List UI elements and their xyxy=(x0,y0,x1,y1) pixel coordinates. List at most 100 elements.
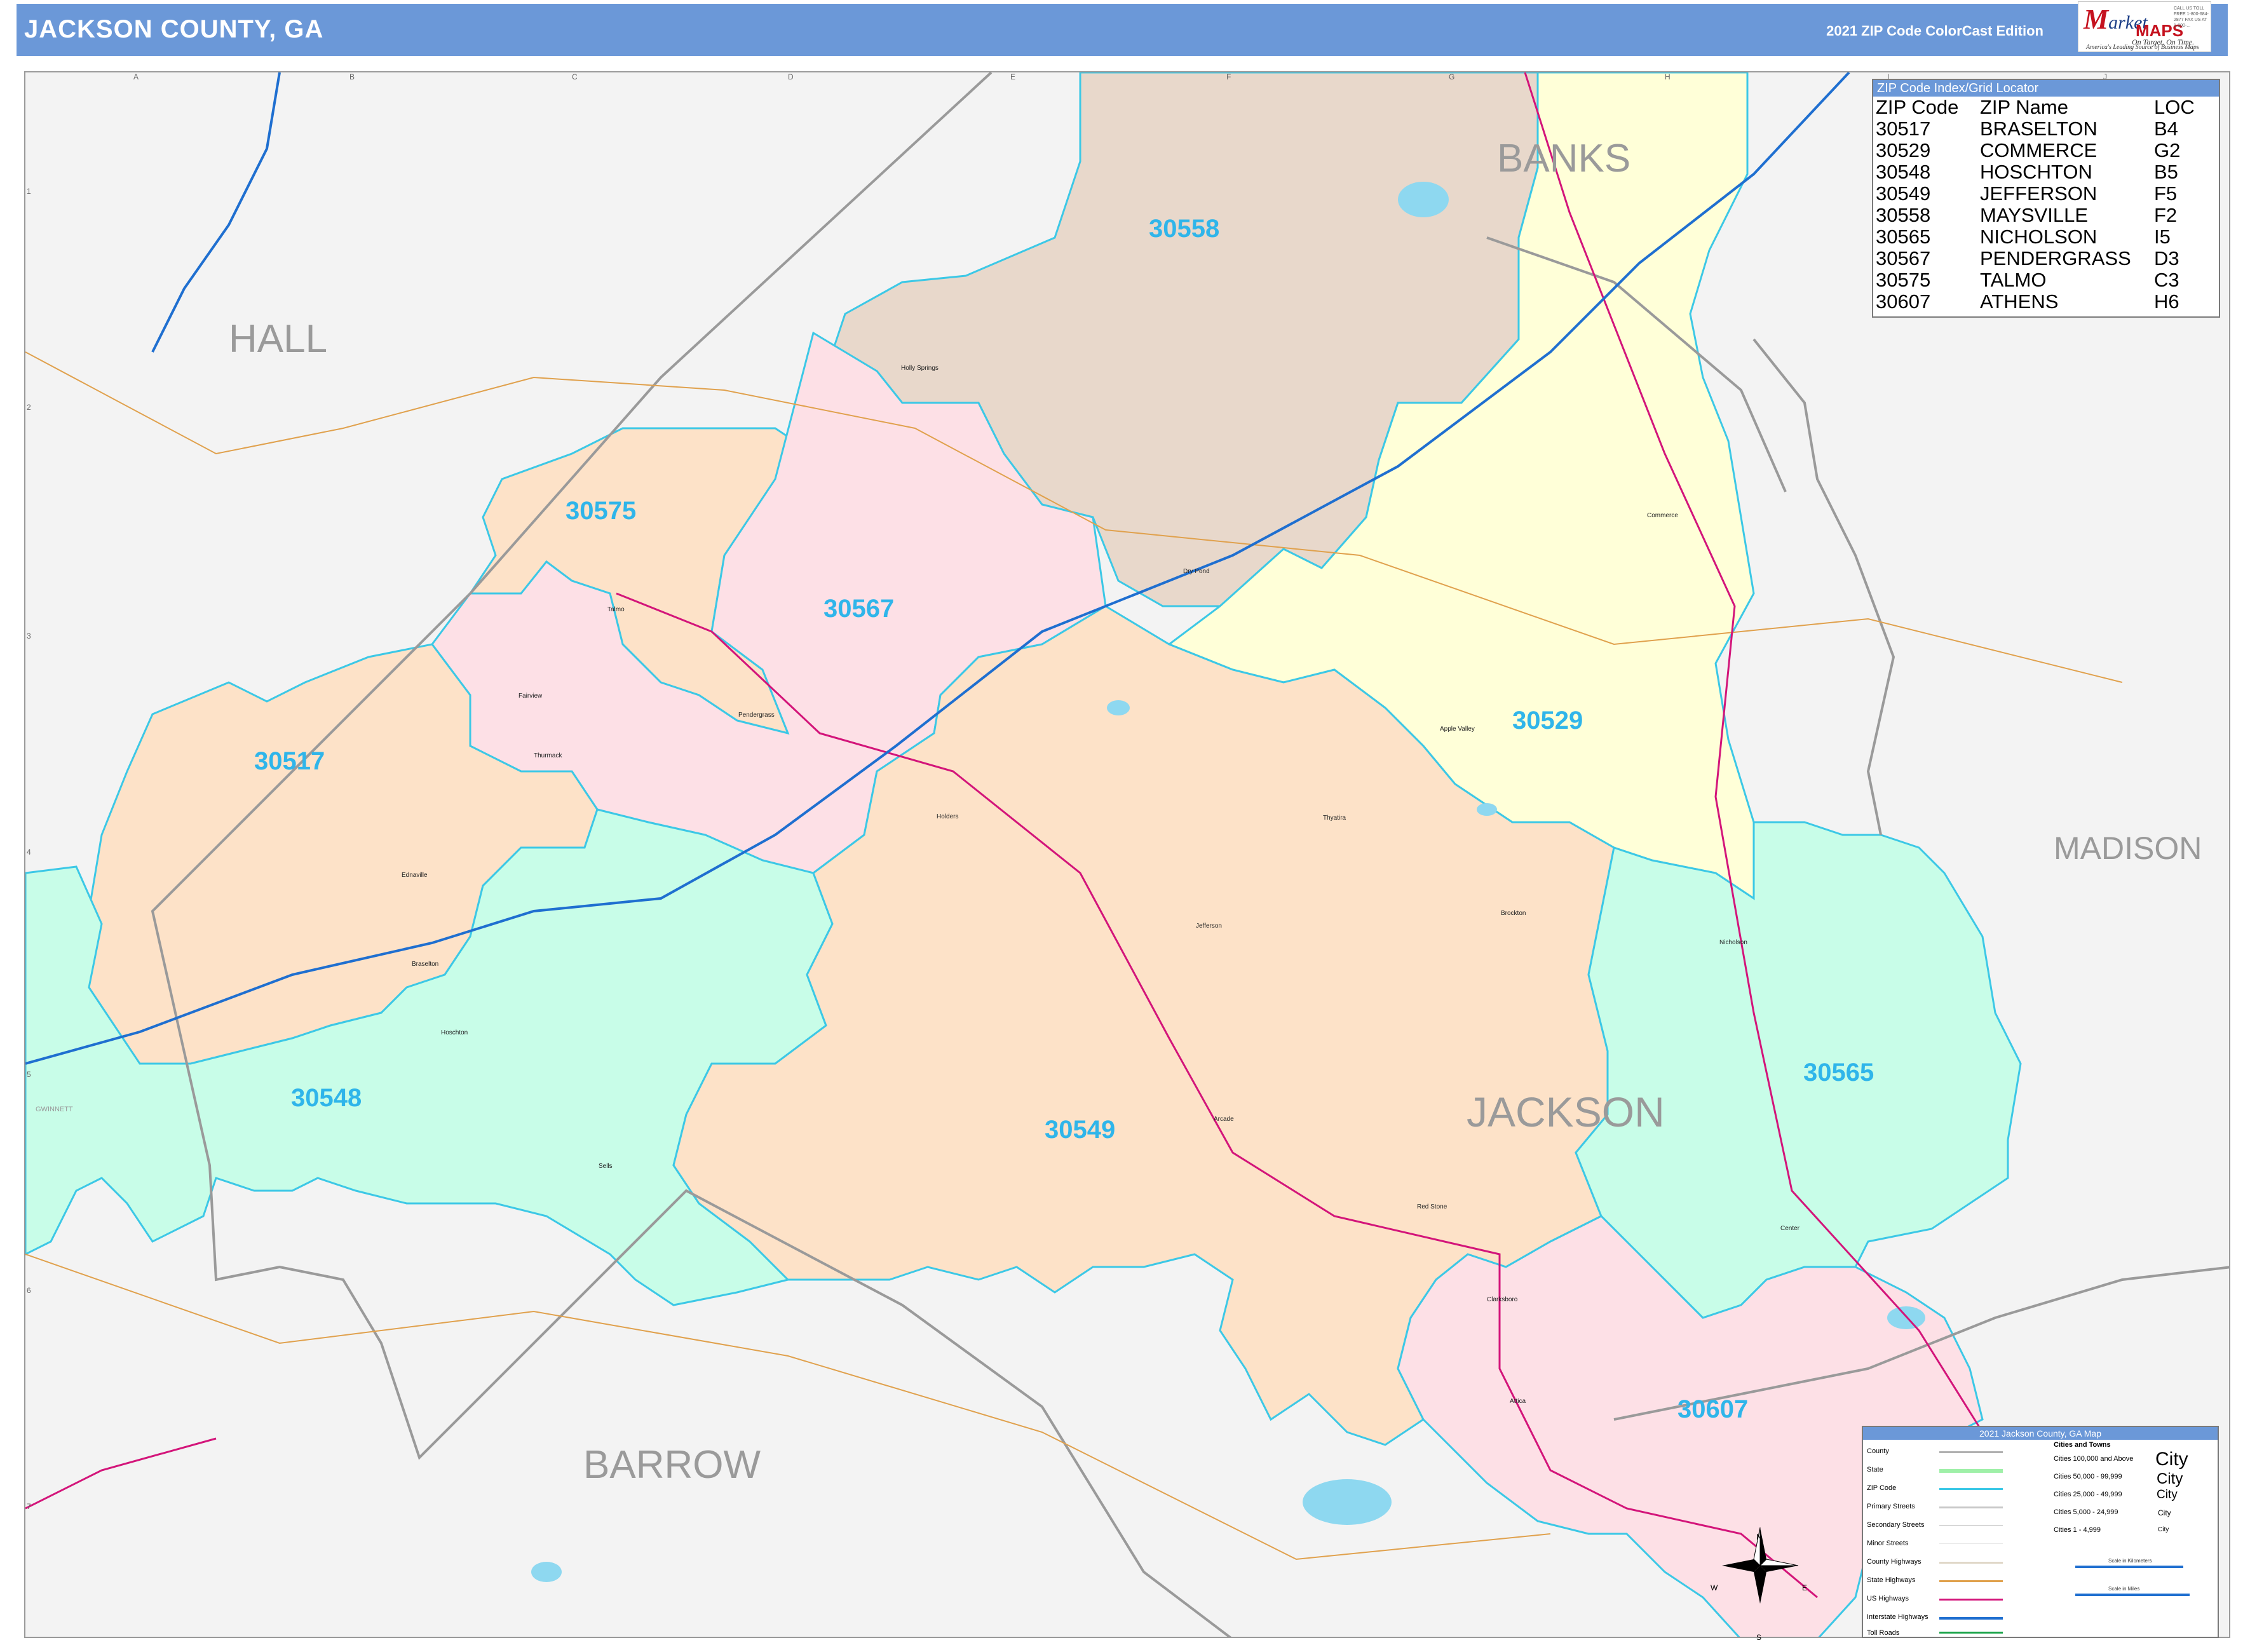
logo-contact: CALL US TOLL FREE 1-800-684-2877 FAX US … xyxy=(2174,6,2209,28)
town-label: Nicholson xyxy=(1719,939,1747,946)
grid-col-c: C xyxy=(572,72,578,81)
legend-county-symbol xyxy=(1939,1451,2003,1453)
zip-index-row: 30529 COMMERCE G2 xyxy=(1874,140,2196,161)
zip-label-30575: 30575 xyxy=(566,497,637,525)
town-label: Fairview xyxy=(518,693,543,700)
legend-item-interstate: Interstate Highways xyxy=(1867,1613,1928,1621)
grid-row-2: 2 xyxy=(27,403,31,412)
grid-col-b: B xyxy=(349,72,355,81)
zip-label-30607: 30607 xyxy=(1677,1395,1749,1423)
zip-code-cell: 30558 xyxy=(1876,204,1931,226)
legend-toll-symbol xyxy=(1939,1632,2003,1634)
scale-mi-bar xyxy=(2075,1594,2190,1596)
legend-city-tier: Cities 50,000 - 99,999 xyxy=(2054,1473,2122,1480)
grid-row-1: 1 xyxy=(27,187,31,196)
zip-label-30517: 30517 xyxy=(254,747,325,775)
county-label-barrow: BARROW xyxy=(583,1443,761,1487)
county-label-gwinnett: GWINNETT xyxy=(36,1106,73,1113)
legend-item-zip: ZIP Code xyxy=(1867,1484,1897,1492)
legend-city-sample: City xyxy=(2157,1488,2178,1501)
scale-km-label: Scale in Kilometers xyxy=(2108,1558,2152,1564)
town-label: Holders xyxy=(937,813,959,820)
zip-label-30567: 30567 xyxy=(823,595,895,623)
zip-index-table: ZIP Code ZIP Name LOC 30517 BRASELTON B4 3… xyxy=(1874,97,2196,313)
zip-loc-cell: C3 xyxy=(2154,269,2179,291)
town-label: Center xyxy=(1780,1225,1800,1232)
legend-city-tier: Cities 1 - 4,999 xyxy=(2054,1526,2101,1534)
zip-loc-cell: D3 xyxy=(2154,247,2179,269)
zip-index-row: 30607 ATHENS H6 xyxy=(1874,291,2196,313)
town-label: Brockton xyxy=(1501,910,1526,917)
grid-row-4: 4 xyxy=(27,848,31,856)
zip-code-cell: 30517 xyxy=(1876,118,1931,140)
market-maps-logo: Market MAPS On Target. On Time. America'… xyxy=(2078,1,2211,52)
legend-title: 2021 Jackson County, GA Map xyxy=(1863,1427,2218,1440)
legend-state-symbol xyxy=(1939,1469,2003,1473)
zip-label-30529: 30529 xyxy=(1512,707,1583,735)
town-label: Holly Springs xyxy=(901,365,939,372)
grid-col-f: F xyxy=(1226,72,1231,81)
legend-item-county-hwy: County Highways xyxy=(1867,1558,1921,1566)
zip-index-header: ZIP Name xyxy=(1980,96,2068,118)
zip-loc-cell: H6 xyxy=(2154,290,2179,313)
compass-e: E xyxy=(1802,1583,1808,1592)
zip-name-cell: BRASELTON xyxy=(1980,118,2098,140)
legend-county-hwy-symbol xyxy=(1939,1562,2003,1564)
lake-small-3 xyxy=(531,1562,562,1582)
logo-subtagline: America's Leading Source of Business Map… xyxy=(2086,44,2199,51)
lake-small-1 xyxy=(1107,700,1130,715)
zip-code-cell: 30529 xyxy=(1876,139,1931,161)
zip-loc-cell: F5 xyxy=(2154,182,2178,205)
scale-km-bar xyxy=(2075,1566,2183,1568)
zip-name-cell: TALMO xyxy=(1980,269,2047,291)
town-label: Commerce xyxy=(1647,512,1678,519)
map-legend: 2021 Jackson County, GA Map County State… xyxy=(1862,1426,2219,1638)
zip-index-row: 30558 MAYSVILLE F2 xyxy=(1874,205,2196,226)
grid-col-h: H xyxy=(1665,72,1671,81)
zip-index-title: ZIP Code Index/Grid Locator xyxy=(1873,80,2219,97)
lake-barrow xyxy=(1303,1479,1392,1525)
legend-city-tier: Cities 25,000 - 49,999 xyxy=(2054,1491,2122,1498)
legend-city-sample: City xyxy=(2157,1470,2183,1487)
grid-col-g: G xyxy=(1449,72,1455,81)
zip-label-30548: 30548 xyxy=(291,1084,362,1112)
zip-name-cell: ATHENS xyxy=(1980,290,2059,313)
zip-loc-cell: B5 xyxy=(2154,161,2178,183)
zip-loc-cell: F2 xyxy=(2154,204,2178,226)
zip-index-row: 30567 PENDERGRASS D3 xyxy=(1874,248,2196,269)
zip-name-cell: JEFFERSON xyxy=(1980,182,2098,205)
town-label: Thyatira xyxy=(1323,815,1346,822)
county-label-banks: BANKS xyxy=(1497,137,1631,180)
legend-item-state: State xyxy=(1867,1466,1883,1473)
compass-s: S xyxy=(1756,1633,1762,1642)
zip-name-cell: HOSCHTON xyxy=(1980,161,2092,183)
zip-code-cell: 30607 xyxy=(1876,290,1931,313)
zip-index-row: 30517 BRASELTON B4 xyxy=(1874,118,2196,140)
zip-code-cell: 30548 xyxy=(1876,161,1931,183)
town-label: Pendergrass xyxy=(738,712,775,719)
legend-item-minor: Minor Streets xyxy=(1867,1540,1909,1547)
zip-index-row: 30548 HOSCHTON B5 xyxy=(1874,161,2196,183)
zip-code-cell: 30549 xyxy=(1876,182,1931,205)
legend-item-primary: Primary Streets xyxy=(1867,1503,1915,1510)
grid-row-5: 5 xyxy=(27,1070,31,1079)
town-label: Talmo xyxy=(607,606,625,613)
legend-city-tier: Cities 5,000 - 24,999 xyxy=(2054,1508,2118,1516)
zip-label-30549: 30549 xyxy=(1045,1116,1116,1144)
zip-index-header-row: ZIP Code ZIP Name LOC xyxy=(1874,97,2196,118)
legend-item-toll: Toll Roads xyxy=(1867,1629,1900,1637)
lake-banks xyxy=(1398,182,1449,217)
legend-minor-symbol xyxy=(1939,1543,2003,1544)
zip-loc-cell: I5 xyxy=(2154,226,2171,248)
grid-col-e: E xyxy=(1010,72,1016,81)
county-label-hall: HALL xyxy=(229,317,328,361)
legend-primary-symbol xyxy=(1939,1506,2003,1508)
county-label-jackson: JACKSON xyxy=(1467,1088,1665,1135)
county-label-madison: MADISON xyxy=(2054,830,2202,866)
legend-city-tier: Cities 100,000 and Above xyxy=(2054,1455,2134,1463)
town-label: Jefferson xyxy=(1196,923,1222,930)
zip-label-30565: 30565 xyxy=(1803,1059,1874,1087)
legend-secondary-symbol xyxy=(1939,1525,2003,1526)
legend-city-sample: City xyxy=(2155,1449,2188,1470)
town-label: Clarksboro xyxy=(1487,1296,1518,1303)
